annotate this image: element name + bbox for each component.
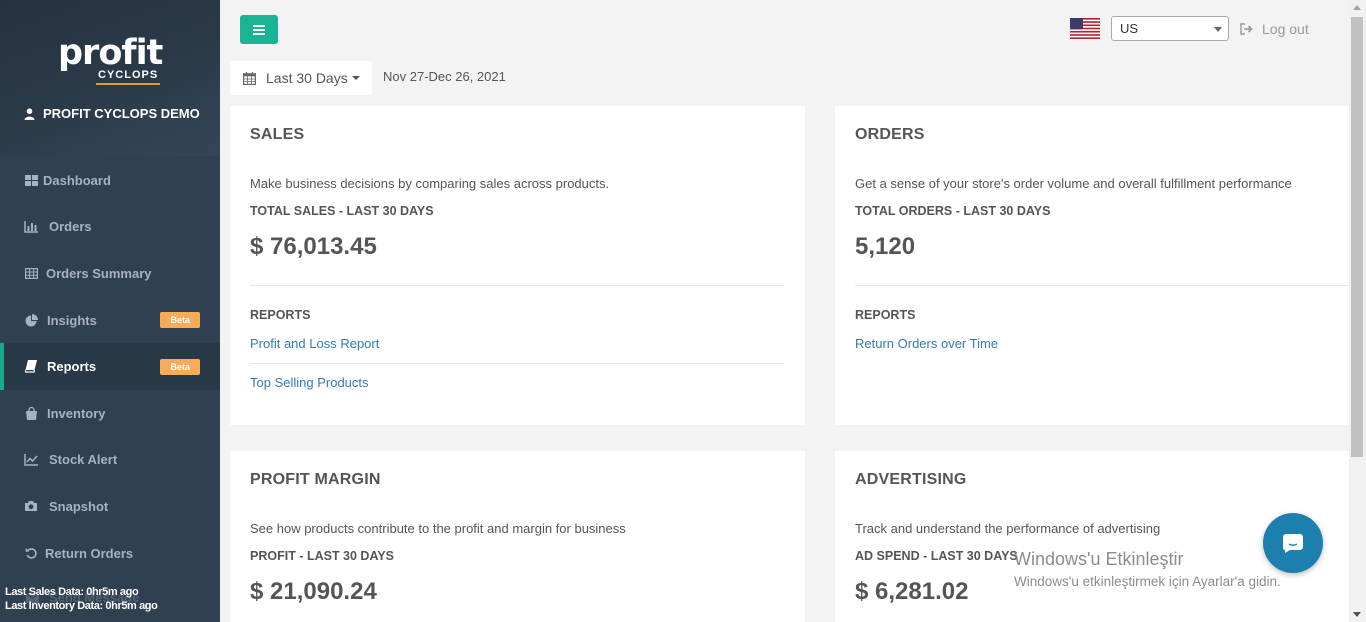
data-sync-status: Last Sales Data: 0hr5m ago Last Inventor… xyxy=(5,585,158,613)
date-range-label: Last 30 Days xyxy=(266,70,348,86)
country-select[interactable]: US xyxy=(1111,16,1229,41)
sidebar: profit CYCLOPS PROFIT CYCLOPS DEMO Dashb… xyxy=(0,0,220,622)
card-title: ADVERTISING xyxy=(855,471,967,488)
sidebar-item-snapshot[interactable]: Snapshot xyxy=(0,483,220,530)
profit-margin-card: PROFIT MARGIN See how products contribut… xyxy=(230,451,805,622)
card-description: Get a sense of your store's order volume… xyxy=(855,176,1292,191)
sidebar-item-label: Inventory xyxy=(47,405,106,421)
sidebar-nav: Dashboard Orders Orders Summary Insights… xyxy=(0,156,220,576)
chevron-down-icon xyxy=(1214,27,1222,32)
top-selling-products-link[interactable]: Top Selling Products xyxy=(250,375,369,390)
camera-icon xyxy=(24,499,38,513)
return-orders-over-time-link[interactable]: Return Orders over Time xyxy=(855,336,998,351)
card-description: Track and understand the performance of … xyxy=(855,521,1161,536)
scroll-up-arrow-icon[interactable] xyxy=(1353,5,1361,10)
sidebar-item-orders[interactable]: Orders xyxy=(0,204,220,251)
windows-activation-subtitle: Windows'u etkinleştirmek için Ayarlar'a … xyxy=(1014,574,1281,589)
sidebar-item-label: Reports xyxy=(47,359,97,375)
calendar-icon xyxy=(243,71,256,85)
user-profile[interactable]: PROFIT CYCLOPS DEMO xyxy=(24,106,200,121)
sidebar-item-label: Stock Alert xyxy=(49,452,118,468)
metric-value: $ 21,090.24 xyxy=(250,578,377,605)
card-title: SALES xyxy=(250,126,305,143)
sidebar-item-label: Return Orders xyxy=(45,545,134,561)
metric-value: $ 76,013.45 xyxy=(250,233,377,260)
undo-icon xyxy=(24,546,38,560)
sidebar-item-dashboard[interactable]: Dashboard xyxy=(0,157,220,204)
metric-value: 5,120 xyxy=(855,233,916,260)
sidebar-item-label: Orders xyxy=(49,219,92,235)
sign-out-icon xyxy=(1240,23,1253,35)
metric-label: PROFIT - LAST 30 DAYS xyxy=(250,549,395,563)
us-flag-icon xyxy=(1070,18,1100,39)
logo-subtitle: CYCLOPS xyxy=(98,69,159,81)
date-range-picker[interactable]: Last 30 Days xyxy=(230,61,372,95)
scroll-thumb[interactable] xyxy=(1351,17,1363,457)
card-title: ORDERS xyxy=(855,126,925,143)
caret-down-icon xyxy=(351,76,360,80)
metric-label: TOTAL SALES - LAST 30 DAYS xyxy=(250,204,434,218)
card-description: See how products contribute to the profi… xyxy=(250,521,626,536)
chat-widget-button[interactable] xyxy=(1263,513,1323,573)
pie-chart-icon xyxy=(24,313,38,327)
metric-label: TOTAL ORDERS - LAST 30 DAYS xyxy=(855,204,1051,218)
scroll-down-arrow-icon[interactable] xyxy=(1353,612,1361,617)
shopping-bag-icon xyxy=(24,406,38,420)
card-description: Make business decisions by comparing sal… xyxy=(250,176,610,191)
menu-toggle-button[interactable] xyxy=(240,15,278,44)
chat-bubble-icon xyxy=(1283,533,1303,553)
divider xyxy=(855,285,1349,286)
table-icon xyxy=(24,266,38,280)
orders-card: ORDERS Get a sense of your store's order… xyxy=(835,106,1349,425)
book-icon xyxy=(24,360,38,374)
profit-cyclops-logo[interactable]: profit CYCLOPS xyxy=(58,34,168,86)
dashboard-icon xyxy=(24,173,38,187)
sidebar-item-label: Dashboard xyxy=(43,172,111,188)
logout-label: Log out xyxy=(1262,21,1309,37)
metric-value: $ 6,281.02 xyxy=(855,578,969,605)
bar-chart-icon xyxy=(24,220,38,234)
last-inventory-data: Last Inventory Data: 0hr5m ago xyxy=(5,600,158,612)
sidebar-item-label: Orders Summary xyxy=(46,265,152,281)
logo-underline xyxy=(96,83,160,85)
sidebar-item-inventory[interactable]: Inventory xyxy=(0,390,220,437)
beta-badge: Beta xyxy=(160,358,200,375)
sidebar-item-label: Snapshot xyxy=(49,498,109,514)
metric-label: AD SPEND - LAST 30 DAYS xyxy=(855,549,1018,563)
sales-card: SALES Make business decisions by compari… xyxy=(230,106,805,425)
sidebar-item-stock-alert[interactable]: Stock Alert xyxy=(0,437,220,484)
windows-activation-title: Windows'u Etkinleştir xyxy=(1014,549,1184,569)
hamburger-icon xyxy=(253,24,265,35)
profit-and-loss-report-link[interactable]: Profit and Loss Report xyxy=(250,336,379,351)
beta-badge: Beta xyxy=(160,312,200,329)
sidebar-item-insights[interactable]: Insights Beta xyxy=(0,297,220,344)
divider xyxy=(250,285,784,286)
logout-link[interactable]: Log out xyxy=(1240,21,1309,37)
last-sales-data: Last Sales Data: 0hr5m ago xyxy=(5,586,139,598)
reports-label: REPORTS xyxy=(855,308,916,322)
country-select-value: US xyxy=(1120,21,1139,36)
date-range-text: Nov 27-Dec 26, 2021 xyxy=(383,69,506,84)
page-scrollbar[interactable] xyxy=(1349,0,1366,622)
user-name: PROFIT CYCLOPS DEMO xyxy=(43,106,200,121)
sidebar-item-label: Insights xyxy=(47,312,97,328)
sidebar-item-orders-summary[interactable]: Orders Summary xyxy=(0,250,220,297)
line-chart-icon xyxy=(24,453,38,467)
user-icon xyxy=(24,107,35,120)
sidebar-item-reports[interactable]: Reports Beta xyxy=(0,343,220,390)
sidebar-item-return-orders[interactable]: Return Orders xyxy=(0,530,220,577)
sidebar-header: profit CYCLOPS PROFIT CYCLOPS DEMO xyxy=(0,0,220,156)
logo-wordmark: profit xyxy=(58,33,163,73)
divider xyxy=(250,363,784,364)
card-title: PROFIT MARGIN xyxy=(250,471,381,488)
reports-label: REPORTS xyxy=(250,308,311,322)
